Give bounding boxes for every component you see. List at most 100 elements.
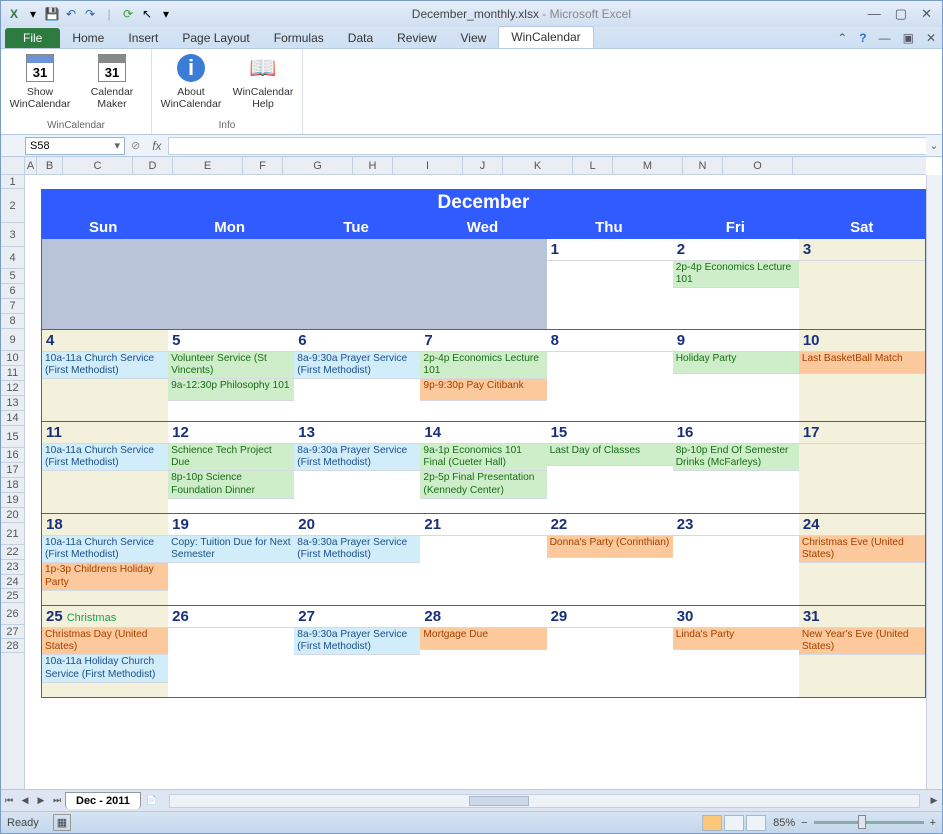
calendar-cell-9[interactable]: 9Holiday Party <box>673 330 800 422</box>
calendar-event[interactable]: Linda's Party <box>673 628 799 650</box>
calendar-cell-15[interactable]: 15Last Day of Classes <box>547 422 674 514</box>
help-icon[interactable]: ? <box>853 28 872 48</box>
pointer-icon[interactable]: ↖ <box>138 5 156 23</box>
row-header-10[interactable]: 10 <box>1 351 24 366</box>
calendar-cell-prev[interactable] <box>41 238 169 330</box>
calendar-cell-11[interactable]: 1110a-11a Church Service (First Methodis… <box>41 422 169 514</box>
calendar-event[interactable]: New Year's Eve (United States) <box>799 628 925 655</box>
calendar-event[interactable]: 9p-9:30p Pay Citibank <box>420 379 546 401</box>
view-normal-icon[interactable] <box>702 815 722 831</box>
calendar-event[interactable]: 8a-9:30a Prayer Service (First Methodist… <box>294 536 420 563</box>
row-header-17[interactable]: 17 <box>1 463 24 478</box>
name-box[interactable]: S58▾ <box>25 137 125 155</box>
row-header-2[interactable]: 2 <box>1 189 24 223</box>
row-header-15[interactable]: 15 <box>1 426 24 448</box>
tab-nav-first-icon[interactable]: ⏮ <box>1 795 17 806</box>
col-header-N[interactable]: N <box>683 157 723 174</box>
refresh-icon[interactable]: ⟳ <box>119 5 137 23</box>
tab-home[interactable]: Home <box>60 28 116 48</box>
col-header-I[interactable]: I <box>393 157 463 174</box>
calendar-event[interactable]: Copy: Tuition Due for Next Semester <box>168 536 294 563</box>
calendar-cell-21[interactable]: 21 <box>420 514 547 606</box>
calendar-event[interactable]: 8a-9:30a Prayer Service (First Methodist… <box>294 352 420 379</box>
fx-label[interactable]: fx <box>152 139 161 153</box>
row-header-9[interactable]: 9 <box>1 329 24 351</box>
calendar-cell-29[interactable]: 29 <box>547 606 674 698</box>
zoom-slider[interactable] <box>814 821 924 824</box>
col-header-M[interactable]: M <box>613 157 683 174</box>
calendar-event[interactable]: Christmas Day (United States) <box>42 628 168 655</box>
calendar-cell-16[interactable]: 168p-10p End Of Semester Drinks (McFarle… <box>673 422 800 514</box>
row-header-11[interactable]: 11 <box>1 366 24 381</box>
calendar-event[interactable]: 8a-9:30a Prayer Service (First Methodist… <box>294 444 420 471</box>
minimize-icon[interactable]: — <box>868 6 881 22</box>
calendar-cell-prev[interactable] <box>168 238 295 330</box>
calendar-maker-button[interactable]: 31 Calendar Maker <box>83 52 141 120</box>
col-header-C[interactable]: C <box>63 157 133 174</box>
row-header-5[interactable]: 5 <box>1 269 24 284</box>
row-header-4[interactable]: 4 <box>1 247 24 269</box>
col-header-O[interactable]: O <box>723 157 793 174</box>
calendar-event[interactable]: Holiday Party <box>673 352 799 374</box>
col-header-H[interactable]: H <box>353 157 393 174</box>
tab-nav-last-icon[interactable]: ⏭ <box>49 795 65 806</box>
about-wincalendar-button[interactable]: i About WinCalendar <box>162 52 220 120</box>
formula-input[interactable] <box>168 137 926 155</box>
calendar-cell-2[interactable]: 22p-4p Economics Lecture 101 <box>673 238 800 330</box>
calendar-cell-26[interactable]: 26 <box>168 606 295 698</box>
calendar-cell-3[interactable]: 3 <box>799 238 926 330</box>
calendar-event[interactable]: Last Day of Classes <box>547 444 673 466</box>
col-header-E[interactable]: E <box>173 157 243 174</box>
calendar-cell-17[interactable]: 17 <box>799 422 926 514</box>
col-header-L[interactable]: L <box>573 157 613 174</box>
maximize-icon[interactable]: ▢ <box>895 6 907 22</box>
col-header-J[interactable]: J <box>463 157 503 174</box>
view-pagelayout-icon[interactable] <box>724 815 744 831</box>
calendar-cell-6[interactable]: 68a-9:30a Prayer Service (First Methodis… <box>294 330 421 422</box>
calendar-event[interactable]: 9a-12:30p Philosophy 101 <box>168 379 294 401</box>
calendar-cell-5[interactable]: 5Volunteer Service (St Vincents)9a-12:30… <box>168 330 295 422</box>
row-header-24[interactable]: 24 <box>1 575 24 589</box>
vertical-scrollbar[interactable] <box>926 175 942 789</box>
wincalendar-help-button[interactable]: 📖 WinCalendar Help <box>234 52 292 120</box>
row-header-1[interactable]: 1 <box>1 175 24 189</box>
calendar-event[interactable]: 2p-5p Final Presentation (Kennedy Center… <box>420 471 546 498</box>
row-header-28[interactable]: 28 <box>1 639 24 653</box>
row-header-14[interactable]: 14 <box>1 411 24 426</box>
row-header-13[interactable]: 13 <box>1 396 24 411</box>
row-header-8[interactable]: 8 <box>1 314 24 329</box>
expand-formula-icon[interactable]: ⌄ <box>926 139 942 152</box>
calendar-cell-10[interactable]: 10Last BasketBall Match <box>799 330 926 422</box>
tab-nav-prev-icon[interactable]: ◀ <box>17 795 33 806</box>
row-header-20[interactable]: 20 <box>1 508 24 523</box>
calendar-event[interactable]: Schience Tech Project Due <box>168 444 294 471</box>
sheet-tab-dec-2011[interactable]: Dec - 2011 <box>65 792 141 809</box>
tab-formulas[interactable]: Formulas <box>262 28 336 48</box>
calendar-cell-30[interactable]: 30Linda's Party <box>673 606 800 698</box>
chevron-down-icon[interactable]: ▾ <box>114 139 120 152</box>
row-header-19[interactable]: 19 <box>1 493 24 508</box>
calendar-cell-20[interactable]: 208a-9:30a Prayer Service (First Methodi… <box>294 514 421 606</box>
calendar-event[interactable]: 8p-10p End Of Semester Drinks (McFarleys… <box>673 444 799 471</box>
row-header-26[interactable]: 26 <box>1 603 24 625</box>
tab-wincalendar[interactable]: WinCalendar <box>498 26 593 48</box>
calendar-cell-1[interactable]: 1 <box>547 238 674 330</box>
horizontal-scrollbar[interactable] <box>169 794 920 808</box>
row-header-18[interactable]: 18 <box>1 478 24 493</box>
macro-record-icon[interactable]: ▦ <box>53 814 71 831</box>
calendar-cell-27[interactable]: 278a-9:30a Prayer Service (First Methodi… <box>294 606 421 698</box>
calendar-event[interactable]: Mortgage Due <box>420 628 546 650</box>
qat-dropdown-icon[interactable]: ▾ <box>24 5 42 23</box>
calendar-event[interactable]: 10a-11a Holiday Church Service (First Me… <box>42 655 168 682</box>
calendar-event[interactable]: 9a-1p Economics 101 Final (Cueter Hall) <box>420 444 546 471</box>
calendar-cell-7[interactable]: 72p-4p Economics Lecture 1019p-9:30p Pay… <box>420 330 547 422</box>
zoom-level[interactable]: 85% <box>773 817 795 829</box>
tab-page-layout[interactable]: Page Layout <box>170 28 261 48</box>
scroll-right-icon[interactable]: ▶ <box>926 795 942 806</box>
col-header-D[interactable]: D <box>133 157 173 174</box>
calendar-event[interactable]: Volunteer Service (St Vincents) <box>168 352 294 379</box>
calendar-cell-24[interactable]: 24Christmas Eve (United States) <box>799 514 926 606</box>
calendar-event[interactable]: 1p-3p Childrens Holiday Party <box>42 563 168 590</box>
window-close-icon[interactable]: ✕ <box>920 28 942 48</box>
calendar-cell-19[interactable]: 19Copy: Tuition Due for Next Semester <box>168 514 295 606</box>
